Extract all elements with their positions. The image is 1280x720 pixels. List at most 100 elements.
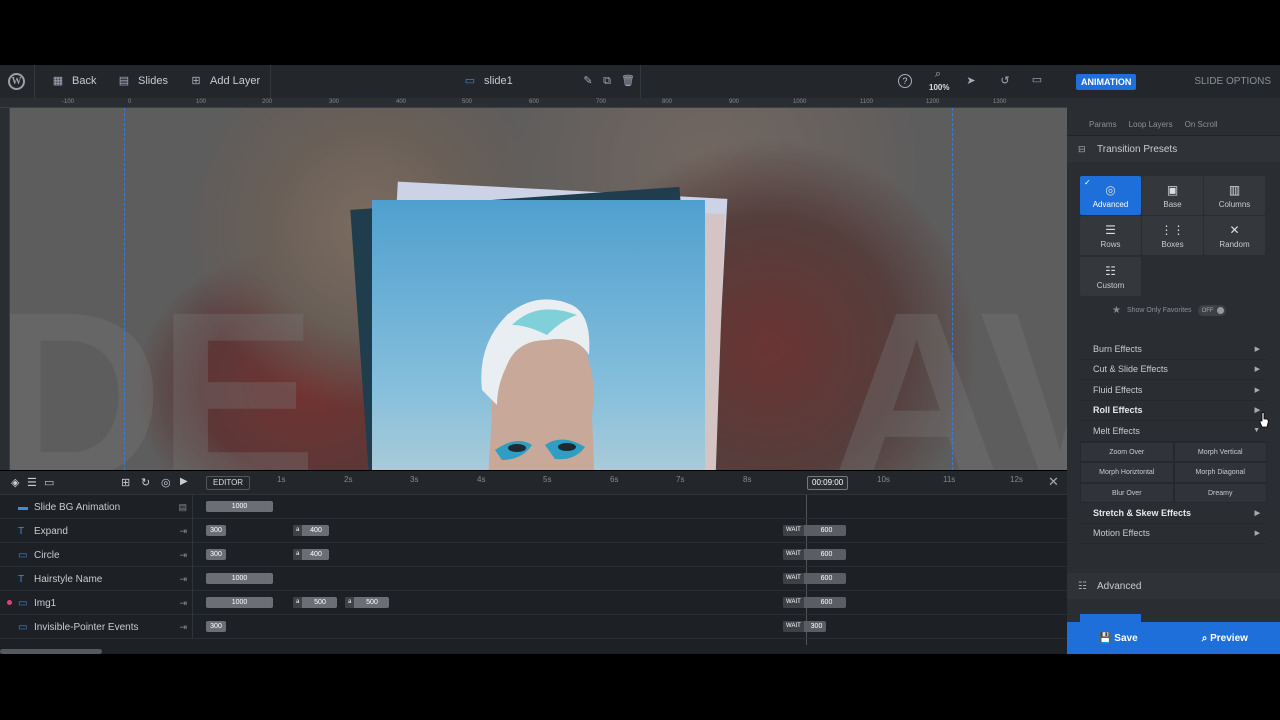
zoom-icon[interactable]: ⌕ <box>932 68 944 80</box>
animation-bar[interactable]: 1000 <box>206 501 273 512</box>
delete-icon[interactable]: 🗑 <box>621 75 635 87</box>
animation-bar[interactable]: 300 <box>206 549 226 560</box>
animation-bar[interactable]: a 400 <box>293 549 329 560</box>
close-icon[interactable]: ✕ <box>1048 474 1059 490</box>
time-tick: 6s <box>610 475 619 484</box>
jump-icon[interactable]: ⇥ <box>179 526 187 537</box>
timeline-row[interactable]: ▭ Invisible-Pointer Events ⇥ 300 WAIT 300 <box>0 615 1067 639</box>
effect-group[interactable]: Fluid Effects ▶ <box>1080 380 1267 401</box>
help-icon[interactable]: ? <box>898 74 912 88</box>
preset-columns[interactable]: ▥ Columns <box>1204 176 1265 215</box>
favorites-filter: ★ Show Only Favorites OFF <box>1112 305 1226 316</box>
wait-bar[interactable]: WAIT 600 <box>783 525 846 536</box>
chevron-right-icon: ▶ <box>1254 386 1260 394</box>
preset-random[interactable]: ✕ Random <box>1204 216 1265 255</box>
slide-selector[interactable]: ▭ slide1 <box>464 75 513 87</box>
wait-bar[interactable]: WAIT 600 <box>783 573 846 584</box>
tab-slide-options[interactable]: SLIDE OPTIONS <box>1194 76 1271 87</box>
effect-group[interactable]: Roll Effects ▶ <box>1080 400 1267 421</box>
cursor-tool-icon[interactable]: ➤ <box>965 75 977 87</box>
timeline-header: ◈ ☰ ▭ ⊞ ↻ ◎ ▶ EDITOR 1s 2s 3s 4s 5s 6s 7… <box>0 471 1067 495</box>
folder-icon[interactable]: ▭ <box>44 476 54 489</box>
effect-group-expanded[interactable]: Melt Effects ▼ <box>1080 421 1267 442</box>
effect-option[interactable]: Morph Diagonal <box>1173 462 1267 483</box>
wordpress-logo-icon[interactable]: W <box>8 73 25 90</box>
subtab-loop-layers[interactable]: Loop Layers <box>1129 120 1173 129</box>
timeline-row[interactable]: ▭ Circle ⇥ 300 a 400 WAIT 600 <box>0 543 1067 567</box>
target-icon[interactable]: ◎ <box>161 476 171 489</box>
slides-icon: ▤ <box>118 75 130 87</box>
effect-group[interactable]: Burn Effects ▶ <box>1080 339 1267 360</box>
layer-name: Circle <box>34 549 60 561</box>
effect-option[interactable]: Zoom Over <box>1080 441 1174 462</box>
effect-group[interactable]: Motion Effects ▶ <box>1080 523 1267 544</box>
timeline-row[interactable]: ▬ Slide BG Animation ▤ 1000 <box>0 495 1067 519</box>
animation-bar[interactable]: 300 <box>206 621 226 632</box>
timeline-row[interactable]: T Expand ⇥ 300 a 400 WAIT 600 <box>0 519 1067 543</box>
animation-bar[interactable]: 1000 <box>206 573 273 584</box>
slides-button[interactable]: ▤ Slides <box>118 75 168 87</box>
timeline-scrollbar[interactable] <box>0 649 102 654</box>
effect-group[interactable]: Stretch & Skew Effects ▶ <box>1080 503 1267 524</box>
effect-group[interactable]: Cut & Slide Effects ▶ <box>1080 359 1267 380</box>
preset-custom[interactable]: ☷ Custom <box>1080 257 1141 296</box>
back-button[interactable]: ▦ Back <box>52 75 97 87</box>
favorites-toggle[interactable]: OFF <box>1197 305 1226 316</box>
desktop-view-icon[interactable]: ▭ <box>1031 74 1043 86</box>
chevron-right-icon: ▶ <box>1254 366 1260 374</box>
star-icon[interactable]: ★ <box>1112 305 1121 316</box>
preset-boxes[interactable]: ⋮⋮ Boxes <box>1142 216 1203 255</box>
layer-name: Invisible-Pointer Events <box>34 621 139 633</box>
preset-advanced[interactable]: ✓ ◎ Advanced <box>1080 176 1141 215</box>
timeline-row[interactable]: ▭ Img1 ⇥ 1000 a 500 a 500 WAIT 600 <box>0 591 1067 615</box>
layers-icon[interactable]: ◈ <box>11 476 19 489</box>
shape-layer-icon: ▭ <box>18 621 28 633</box>
jump-icon[interactable]: ⇥ <box>179 574 187 585</box>
chevron-right-icon: ▶ <box>1254 345 1260 353</box>
bg-settings-icon[interactable]: ▤ <box>178 502 187 513</box>
animation-bar[interactable]: a 500 <box>345 597 389 608</box>
text-layer-icon: T <box>18 573 25 585</box>
background-text-graphic: AV <box>830 262 1067 470</box>
current-time-indicator[interactable]: 00:09:00 <box>807 476 849 490</box>
edit-icon[interactable]: ✎ <box>582 75 594 87</box>
wait-bar[interactable]: WAIT 600 <box>783 597 846 608</box>
preset-rows[interactable]: ☰ Rows <box>1080 216 1141 255</box>
presets-icon: ⊟ <box>1078 143 1086 154</box>
animation-bar[interactable]: 1000 <box>206 597 273 608</box>
jump-icon[interactable]: ⇥ <box>179 598 187 609</box>
timeline-row[interactable]: T Hairstyle Name ⇥ 1000 WAIT 600 <box>0 567 1067 591</box>
advanced-section-header[interactable]: ☷ Advanced <box>1067 573 1280 599</box>
play-icon[interactable]: ▶ <box>180 476 188 487</box>
preset-base[interactable]: ▣ Base <box>1142 176 1203 215</box>
animation-bar[interactable]: 300 <box>206 525 226 536</box>
list-icon[interactable]: ☰ <box>27 476 37 489</box>
tab-animation[interactable]: ANIMATION <box>1076 73 1137 90</box>
effect-option[interactable]: Dreamy <box>1173 482 1267 503</box>
effect-option[interactable]: Blur Over <box>1080 482 1174 503</box>
transition-presets-header[interactable]: ⊟ Transition Presets <box>1067 136 1280 162</box>
wait-bar[interactable]: WAIT 600 <box>783 549 846 560</box>
effect-option[interactable]: Morph Vertical <box>1173 441 1267 462</box>
save-button[interactable]: 💾 Save <box>1099 633 1138 644</box>
preview-button[interactable]: ⌕ Preview <box>1202 633 1248 644</box>
search-icon: ⌕ <box>1201 632 1208 644</box>
animation-bar[interactable]: a 500 <box>293 597 337 608</box>
jump-icon[interactable]: ⇥ <box>179 622 187 633</box>
model-photo-layer[interactable] <box>372 200 705 470</box>
grid-icon[interactable]: ⊞ <box>121 476 130 489</box>
undo-icon[interactable]: ↺ <box>999 75 1011 87</box>
effect-option[interactable]: Morph Horiztontal <box>1080 462 1174 483</box>
wait-bar[interactable]: WAIT 300 <box>783 621 826 632</box>
animation-bar[interactable]: a 400 <box>293 525 329 536</box>
jump-icon[interactable]: ⇥ <box>179 550 187 561</box>
duplicate-icon[interactable]: ⧉ <box>601 75 613 87</box>
loop-icon[interactable]: ↻ <box>141 476 150 489</box>
subtab-params[interactable]: Params <box>1089 120 1117 129</box>
editor-badge[interactable]: EDITOR <box>206 476 251 490</box>
slide-canvas[interactable]: DE AV <box>10 108 1067 470</box>
subtab-on-scroll[interactable]: On Scroll <box>1185 120 1218 129</box>
zoom-level[interactable]: 100% <box>929 83 949 92</box>
add-layer-button[interactable]: ⊞ Add Layer <box>190 75 260 87</box>
time-tick: 4s <box>477 475 486 484</box>
